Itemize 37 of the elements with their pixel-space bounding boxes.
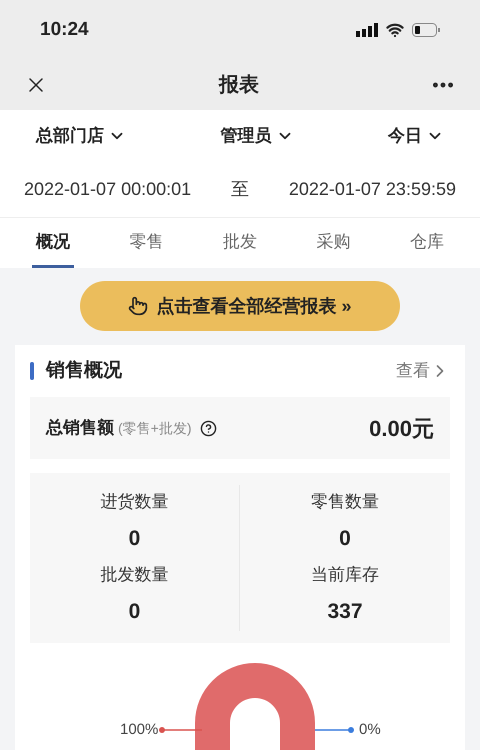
wifi-icon <box>386 21 404 39</box>
filter-dropdown[interactable]: 管理员 <box>220 123 294 149</box>
total-note: (零售+批发) <box>118 418 192 438</box>
tab[interactable]: 零售 <box>126 218 168 268</box>
percent-label: 100% <box>120 720 158 740</box>
percent-label: 0% <box>359 720 381 740</box>
tab[interactable]: 概况 <box>32 218 74 268</box>
filter-dropdown[interactable]: 总部门店 <box>36 123 126 149</box>
leader-line <box>158 726 202 734</box>
battery-icon <box>412 23 440 37</box>
tab[interactable]: 采购 <box>312 218 354 268</box>
section-title: 销售概况 <box>46 358 122 383</box>
tab[interactable]: 批发 <box>219 218 261 268</box>
filter-dropdown[interactable]: 今日 <box>388 123 444 149</box>
stat-label: 当前库存 <box>311 564 379 586</box>
stat-label: 批发数量 <box>100 564 168 586</box>
signal-icon <box>356 23 378 37</box>
stat-label: 零售数量 <box>311 491 379 513</box>
total-value: 0.00元 <box>369 414 434 442</box>
help-icon[interactable] <box>200 420 216 436</box>
leader-line <box>315 726 355 734</box>
range-separator: 至 <box>231 178 249 201</box>
stat-value: 337 <box>327 598 363 624</box>
stat-value: 0 <box>339 526 351 552</box>
tab[interactable]: 仓库 <box>406 218 448 268</box>
start-time[interactable]: 2022-01-07 00:00:01 <box>24 176 192 203</box>
stat-label: 进货数量 <box>100 491 168 513</box>
all-reports-button[interactable]: 点击查看全部经营报表 » <box>80 281 400 331</box>
page-title: 报表 <box>219 73 259 98</box>
clock: 10:24 <box>40 18 89 42</box>
stat-value: 0 <box>128 526 140 552</box>
accent-bar <box>30 362 34 380</box>
view-link[interactable]: 查看 <box>396 358 450 384</box>
pointing-hand-icon <box>128 296 148 316</box>
stat-value: 0 <box>128 598 140 624</box>
total-label: 总销售额 <box>46 417 114 440</box>
end-time[interactable]: 2022-01-07 23:59:59 <box>288 176 456 203</box>
